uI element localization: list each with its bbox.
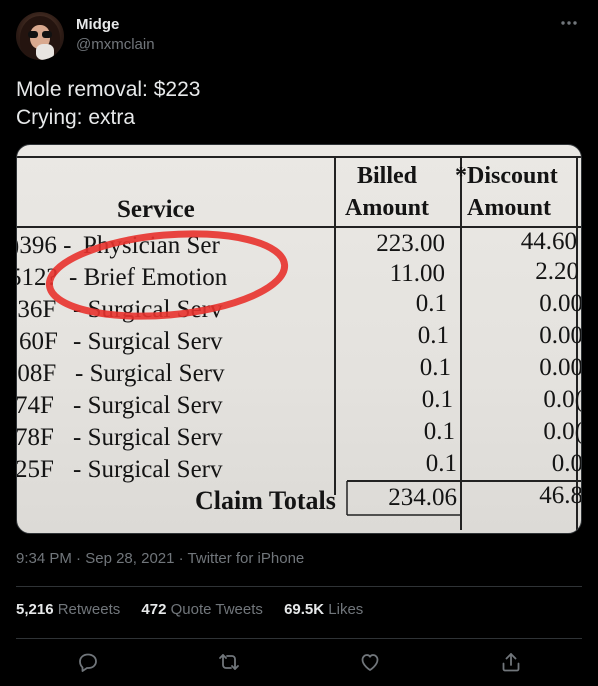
row-billed: 11.00	[390, 260, 445, 287]
likes-label: Likes	[328, 601, 364, 618]
user-handle[interactable]: @mxmclain	[76, 35, 155, 55]
row-billed: 0.1	[420, 354, 451, 381]
meta-separator: ·	[71, 550, 86, 567]
tweet-photo[interactable]: Service Billed Amount *Discount Amount )…	[16, 144, 582, 534]
tweet-line: Crying: extra	[16, 106, 136, 129]
meta-separator: ·	[174, 550, 188, 567]
row-billed: 0.1	[426, 450, 457, 477]
like-icon[interactable]	[358, 650, 382, 674]
reply-icon[interactable]	[76, 650, 100, 674]
row-discount: 0.0(	[543, 386, 582, 413]
tweet-meta: 9:34 PM · Sep 28, 2021 · Twitter for iPh…	[16, 550, 304, 567]
row-desc: - Surgical Serv	[73, 328, 223, 355]
row-billed: 0.1	[422, 386, 453, 413]
row-discount: 0.00	[539, 290, 582, 317]
claim-totals-discount: 46.8	[539, 482, 582, 509]
divider	[16, 586, 582, 587]
row-desc: - Surgical Serv	[73, 456, 223, 483]
row-code: )396 -	[17, 232, 71, 259]
row-discount: 0.0	[552, 450, 582, 477]
row-code: 25F	[17, 456, 54, 483]
row-billed: 0.1	[416, 290, 447, 317]
display-name[interactable]: Midge	[76, 15, 155, 35]
row-code: )08F	[17, 360, 56, 387]
quotes-count: 472	[141, 601, 167, 618]
row-desc: - Surgical Serv	[75, 360, 225, 387]
likes-count: 69.5K	[284, 601, 325, 618]
tweet-line: Mole removal: $223	[16, 78, 201, 101]
row-desc: - Surgical Serv	[73, 424, 223, 451]
header-billed-2: Amount	[345, 195, 429, 221]
tweet-text: Mole removal: $223 Crying: extra	[16, 76, 200, 132]
share-icon[interactable]	[499, 650, 523, 674]
header-billed-1: Billed	[357, 163, 418, 189]
retweets-count: 5,216	[16, 601, 54, 618]
header-discount-2: Amount	[467, 195, 551, 221]
row-code: 78F	[17, 424, 54, 451]
tweet-date[interactable]: Sep 28, 2021	[85, 550, 174, 567]
tweet-source[interactable]: Twitter for iPhone	[188, 550, 305, 567]
divider	[16, 638, 582, 639]
row-discount: 0.00	[539, 354, 582, 381]
claim-totals-label: Claim Totals	[195, 486, 336, 515]
retweets-stat[interactable]: 5,216 Retweets	[16, 601, 120, 618]
retweets-label: Retweets	[57, 601, 121, 618]
row-discount: 44.60	[521, 228, 577, 255]
author-names[interactable]: Midge @mxmclain	[76, 15, 155, 55]
tweet-actions	[16, 650, 582, 676]
header-service: Service	[117, 196, 195, 223]
quotes-stat[interactable]: 472 Quote Tweets	[141, 601, 262, 618]
avatar[interactable]	[16, 12, 64, 60]
quotes-label: Quote Tweets	[170, 601, 263, 618]
row-discount: 0.0(	[543, 418, 582, 445]
tweet-header: Midge @mxmclain	[16, 12, 582, 62]
likes-stat[interactable]: 69.5K Likes	[284, 601, 363, 618]
tweet-stats: 5,216 Retweets 472 Quote Tweets 69.5K Li…	[16, 601, 380, 618]
row-code: 60F	[19, 328, 58, 355]
row-billed: 223.00	[376, 230, 445, 257]
row-code: 74F	[17, 392, 54, 419]
row-billed: 0.1	[418, 322, 449, 349]
row-desc: - Brief Emotion	[69, 264, 228, 291]
row-billed: 0.1	[424, 418, 455, 445]
claim-totals-billed: 234.06	[388, 484, 457, 511]
row-code: )36F	[17, 296, 56, 323]
more-options-icon[interactable]	[558, 14, 580, 32]
row-discount: 0.00	[539, 322, 582, 349]
tweet-time[interactable]: 9:34 PM	[16, 550, 72, 567]
row-desc: - Surgical Serv	[73, 392, 223, 419]
row-discount: 2.20	[535, 258, 579, 285]
receipt-image: Service Billed Amount *Discount Amount )…	[17, 156, 582, 530]
retweet-icon[interactable]	[217, 650, 241, 674]
header-discount-1: *Discount	[455, 163, 558, 189]
